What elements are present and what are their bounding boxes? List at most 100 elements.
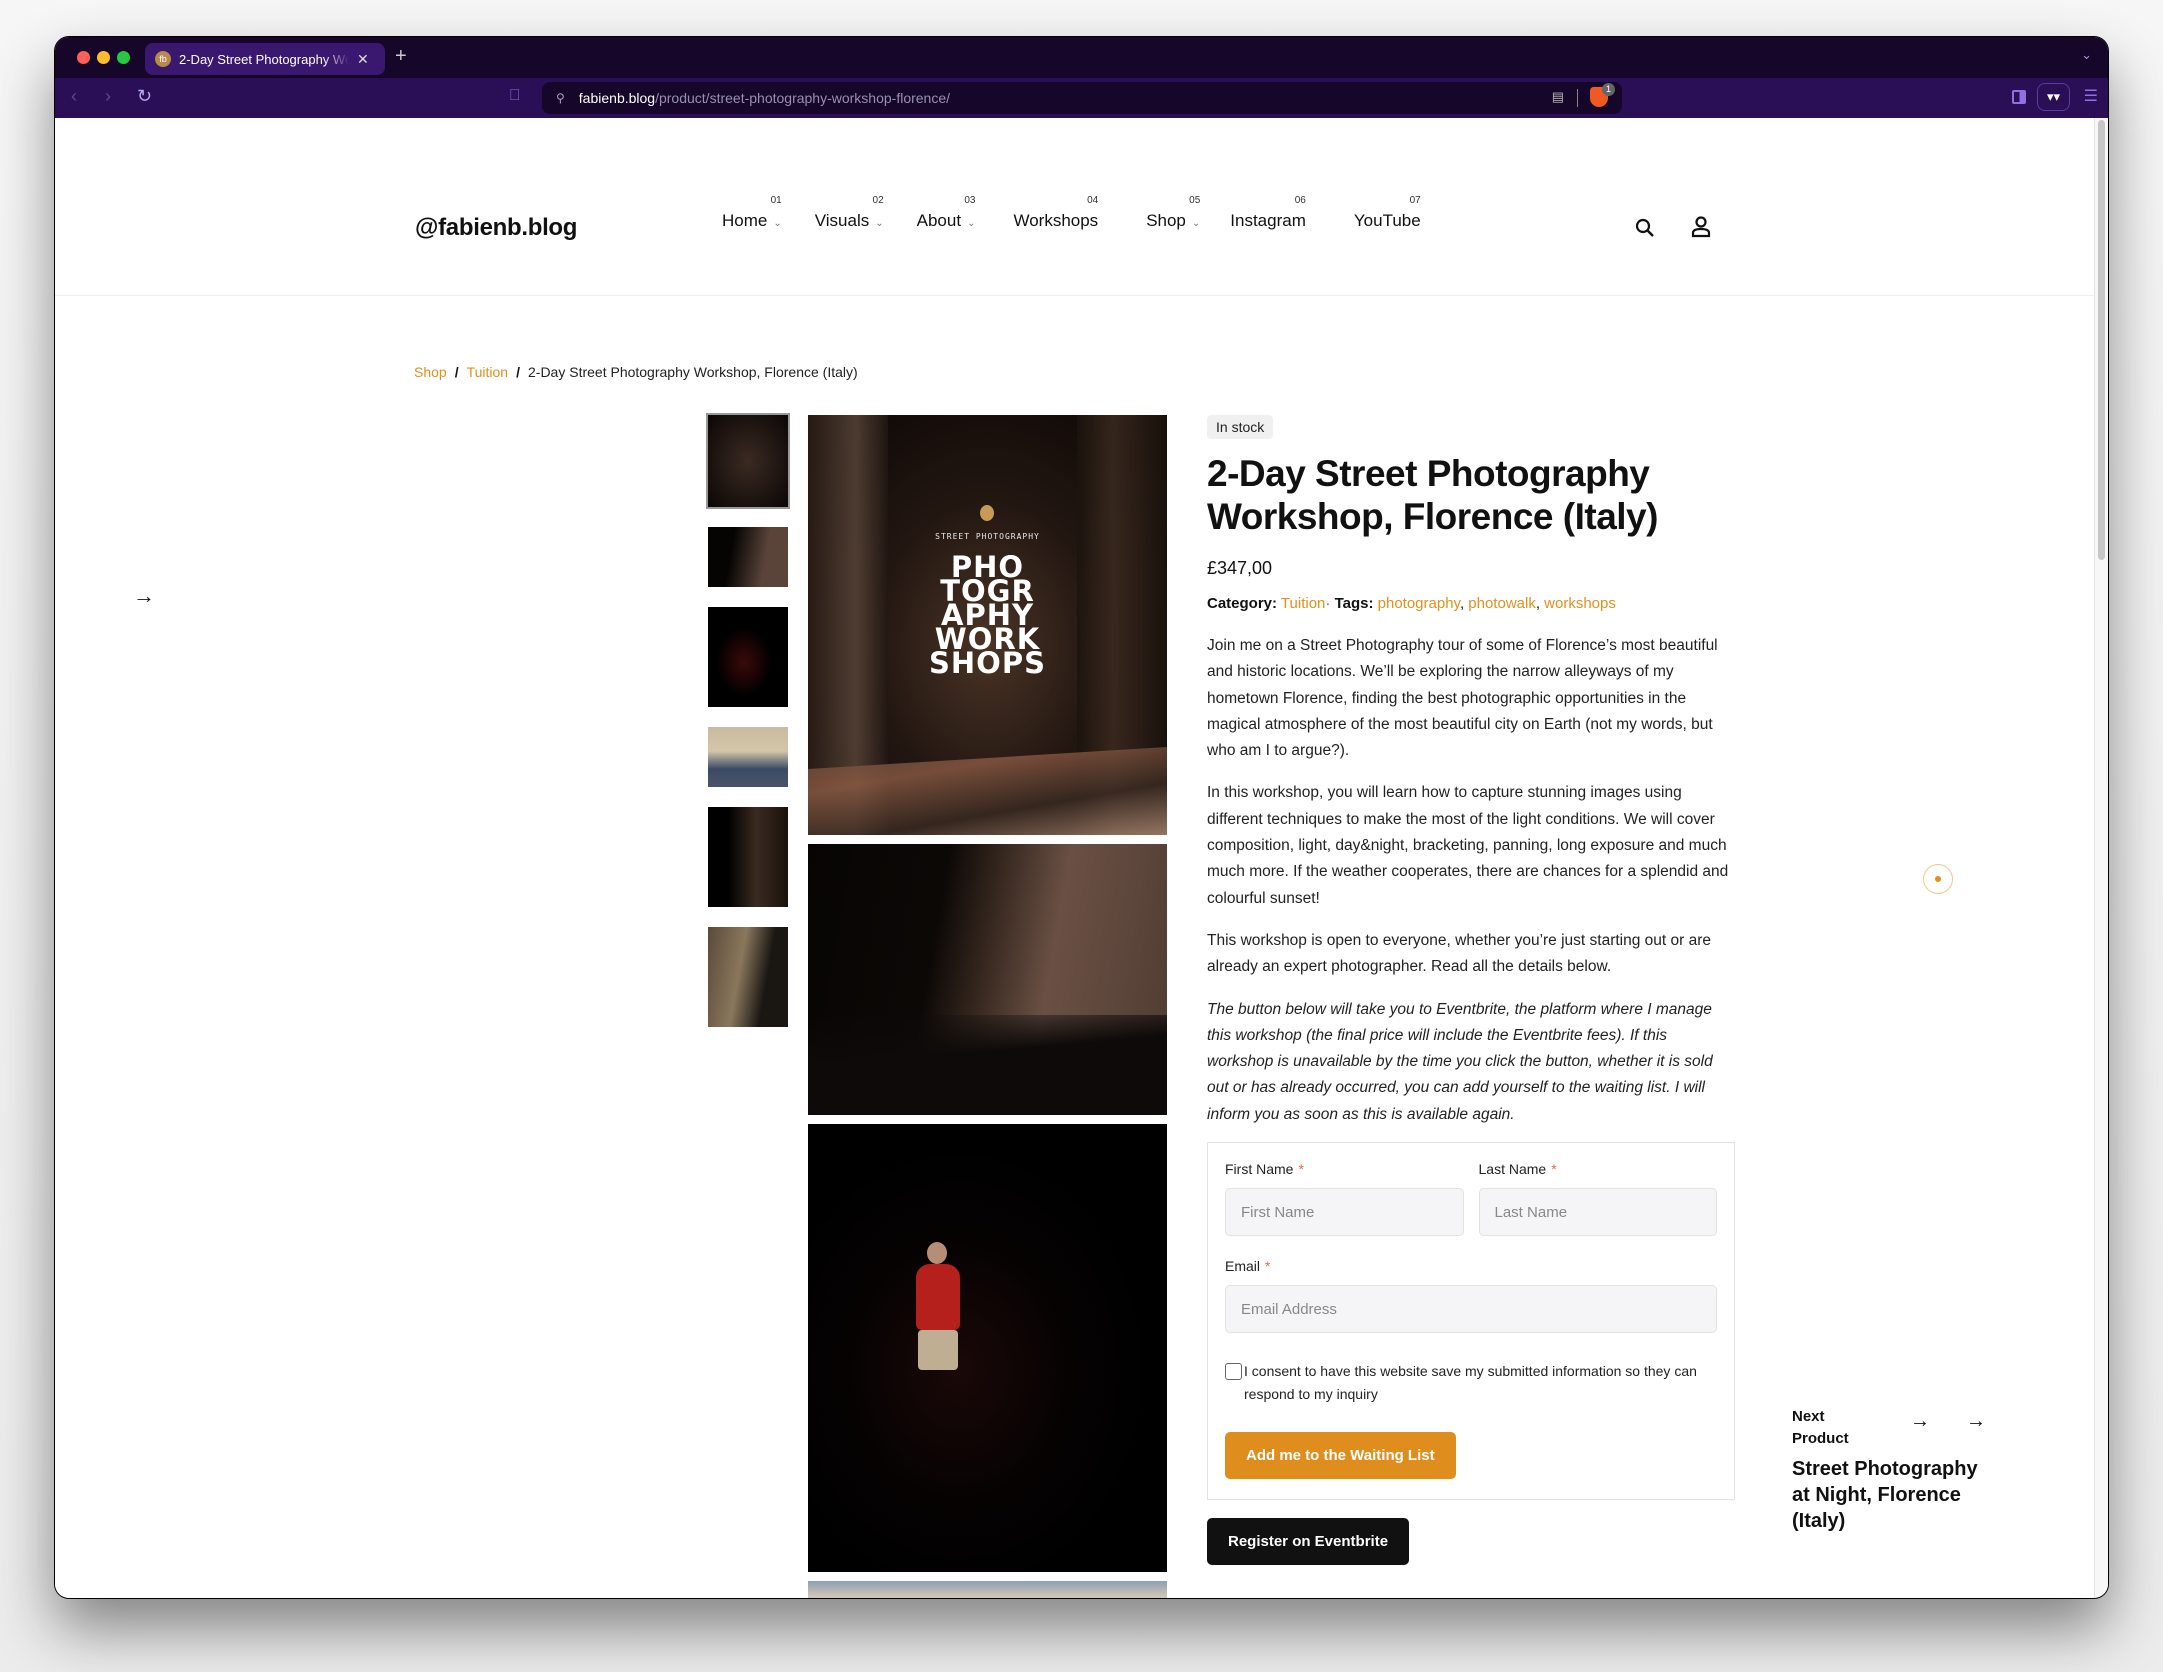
- consent-text: I consent to have this website save my s…: [1244, 1363, 1697, 1403]
- category-link[interactable]: Tuition: [1281, 595, 1325, 612]
- register-on-eventbrite-button[interactable]: Register on Eventbrite: [1207, 1518, 1410, 1566]
- search-icon[interactable]: [1635, 218, 1655, 244]
- back-button[interactable]: ‹: [71, 86, 77, 107]
- tag-link[interactable]: workshops: [1544, 595, 1616, 612]
- arrow-right-icon[interactable]: →: [1966, 1410, 1986, 1433]
- nav-label: Shop: [1146, 211, 1186, 230]
- breadcrumb-current: 2-Day Street Photography Workshop, Flore…: [528, 364, 858, 380]
- previous-product-arrow-icon[interactable]: →: [133, 583, 155, 609]
- waiting-list-form: First Name* Last Name* Email* I consent …: [1207, 1142, 1735, 1501]
- gallery-image-piazza[interactable]: [808, 1581, 1167, 1598]
- thumbnail-5[interactable]: [708, 807, 788, 907]
- product-meta: Category: Tuition· Tags: photography, ph…: [1207, 595, 1616, 612]
- next-product-link[interactable]: Next Product → → Street Photography at N…: [1792, 1406, 1992, 1534]
- site-header: @fabienb.blog 01 Home ⌄ 02 Visuals ⌄ 03 Ab…: [55, 118, 2094, 296]
- gallery-image-workshop-poster[interactable]: STREET PHOTOGRAPHY PHO TOGR APHY WORK SH…: [808, 415, 1167, 835]
- tab-list-chevron-icon[interactable]: ⌄: [2081, 47, 2092, 63]
- description-paragraph: In this workshop, you will learn how to …: [1207, 784, 1729, 907]
- scrollbar-thumb[interactable]: [2098, 120, 2105, 560]
- image-detail: [927, 1242, 947, 1264]
- page-scrollbar[interactable]: [2094, 118, 2108, 1598]
- brave-shields-icon[interactable]: 1: [1590, 83, 1615, 107]
- product-gallery: STREET PHOTOGRAPHY PHO TOGR APHY WORK SH…: [808, 415, 1167, 1598]
- nav-number: 03: [964, 195, 976, 206]
- minimize-window-button[interactable]: [97, 51, 110, 64]
- thumbnail-4[interactable]: [708, 727, 788, 787]
- image-detail: [916, 1264, 960, 1330]
- nav-number: 07: [1409, 195, 1421, 206]
- nav-item-youtube[interactable]: 07 YouTube: [1353, 195, 1421, 231]
- zoom-window-button[interactable]: [117, 51, 130, 64]
- gallery-image-red-shirt-man[interactable]: [808, 1124, 1167, 1572]
- description-paragraph: The button below will take you to Eventb…: [1207, 1000, 1713, 1123]
- next-product-label: Next Product: [1792, 1408, 1849, 1447]
- nav-item-instagram[interactable]: 06 Instagram: [1230, 195, 1306, 231]
- nav-label: Workshops: [1013, 211, 1099, 230]
- description-paragraph: This workshop is open to everyone, wheth…: [1207, 931, 1712, 976]
- last-name-label: Last Name *: [1479, 1161, 1718, 1177]
- breadcrumb-separator: /: [454, 364, 459, 380]
- nav-number: 01: [770, 195, 782, 206]
- thumbnail-3[interactable]: [708, 607, 788, 707]
- account-icon[interactable]: [1691, 216, 1711, 243]
- nav-label: Instagram: [1230, 211, 1306, 230]
- browser-menu-icon[interactable]: ☰: [2084, 86, 2098, 106]
- label-text: Last Name: [1478, 1161, 1547, 1178]
- forward-button[interactable]: ›: [105, 86, 111, 107]
- private-window-icon[interactable]: ▾▾: [2037, 83, 2070, 111]
- consent-checkbox[interactable]: [1225, 1363, 1242, 1381]
- nav-number: 02: [872, 195, 884, 206]
- sidebar-toggle-icon[interactable]: [2012, 90, 2026, 104]
- nav-item-visuals[interactable]: 02 Visuals ⌄: [814, 195, 884, 231]
- close-window-button[interactable]: [77, 51, 90, 64]
- nav-number: 06: [1294, 195, 1306, 206]
- breadcrumb-tuition[interactable]: Tuition: [467, 364, 509, 380]
- new-tab-button[interactable]: +: [395, 45, 407, 68]
- nav-number: 04: [1087, 195, 1099, 206]
- thumbnail-6[interactable]: [708, 927, 788, 1027]
- product-description: Join me on a Street Photography tour of …: [1207, 633, 1735, 1128]
- breadcrumb: Shop / Tuition / 2-Day Street Photography Wo…: [414, 364, 858, 380]
- tag-link[interactable]: photowalk: [1468, 595, 1536, 612]
- reader-mode-icon[interactable]: ▤: [1552, 89, 1564, 105]
- site-logo[interactable]: @fabienb.blog: [415, 214, 577, 242]
- bookmark-icon[interactable]: ⎕: [510, 87, 520, 105]
- first-name-input[interactable]: [1225, 1188, 1464, 1237]
- chevron-down-icon: ⌄: [967, 218, 976, 229]
- last-name-input[interactable]: [1478, 1188, 1717, 1237]
- browser-toolbar: ‹ › ↻ ⎕ ⚲ fabienb.blog/product/street-ph…: [55, 78, 2108, 118]
- reload-button[interactable]: ↻: [137, 86, 152, 107]
- required-marker: *: [1298, 1161, 1304, 1178]
- address-bar[interactable]: ⚲ fabienb.blog/product/street-photograph…: [542, 82, 1622, 114]
- stock-badge: In stock: [1207, 415, 1274, 439]
- nav-item-shop[interactable]: 05 Shop ⌄: [1146, 195, 1200, 231]
- email-input[interactable]: [1225, 1285, 1717, 1334]
- address-divider: [1577, 89, 1578, 107]
- site-settings-icon[interactable]: ⚲: [556, 91, 565, 105]
- gallery-image-alley[interactable]: [808, 844, 1167, 1115]
- chevron-down-icon: ⌄: [773, 218, 782, 229]
- email-group: Email *: [1225, 1258, 1717, 1334]
- tag-link[interactable]: photography: [1378, 595, 1460, 612]
- last-name-group: Last Name *: [1478, 1161, 1718, 1237]
- close-tab-icon[interactable]: ✕: [357, 51, 369, 68]
- nav-item-workshops[interactable]: 04 Workshops: [1013, 195, 1099, 231]
- label-text: Email: [1225, 1258, 1261, 1275]
- add-to-waiting-list-button[interactable]: Add me to the Waiting List: [1225, 1432, 1456, 1480]
- nav-label: YouTube: [1353, 211, 1421, 230]
- required-marker: *: [1551, 1161, 1557, 1178]
- tab-active[interactable]: fb 2-Day Street Photography Workshop, Fl…: [145, 43, 385, 75]
- breadcrumb-shop[interactable]: Shop: [414, 364, 447, 380]
- product-title: 2-Day Street Photography Workshop, Flore…: [1207, 453, 1658, 537]
- breadcrumb-separator: /: [516, 364, 520, 380]
- nav-item-home[interactable]: 01 Home ⌄: [722, 195, 782, 231]
- thumbnail-1[interactable]: [706, 413, 790, 509]
- nav-item-about[interactable]: 03 About ⌄: [917, 195, 976, 231]
- tab-title: 2-Day Street Photography Workshop, Flore…: [179, 51, 349, 67]
- email-label: Email *: [1225, 1258, 1717, 1274]
- nav-label: Visuals: [814, 211, 870, 230]
- nav-number: 05: [1189, 195, 1201, 206]
- thumbnail-2[interactable]: [708, 527, 788, 587]
- consent-row: I consent to have this website save my s…: [1225, 1360, 1717, 1406]
- tab-strip: fb 2-Day Street Photography Workshop, Fl…: [55, 37, 2108, 78]
